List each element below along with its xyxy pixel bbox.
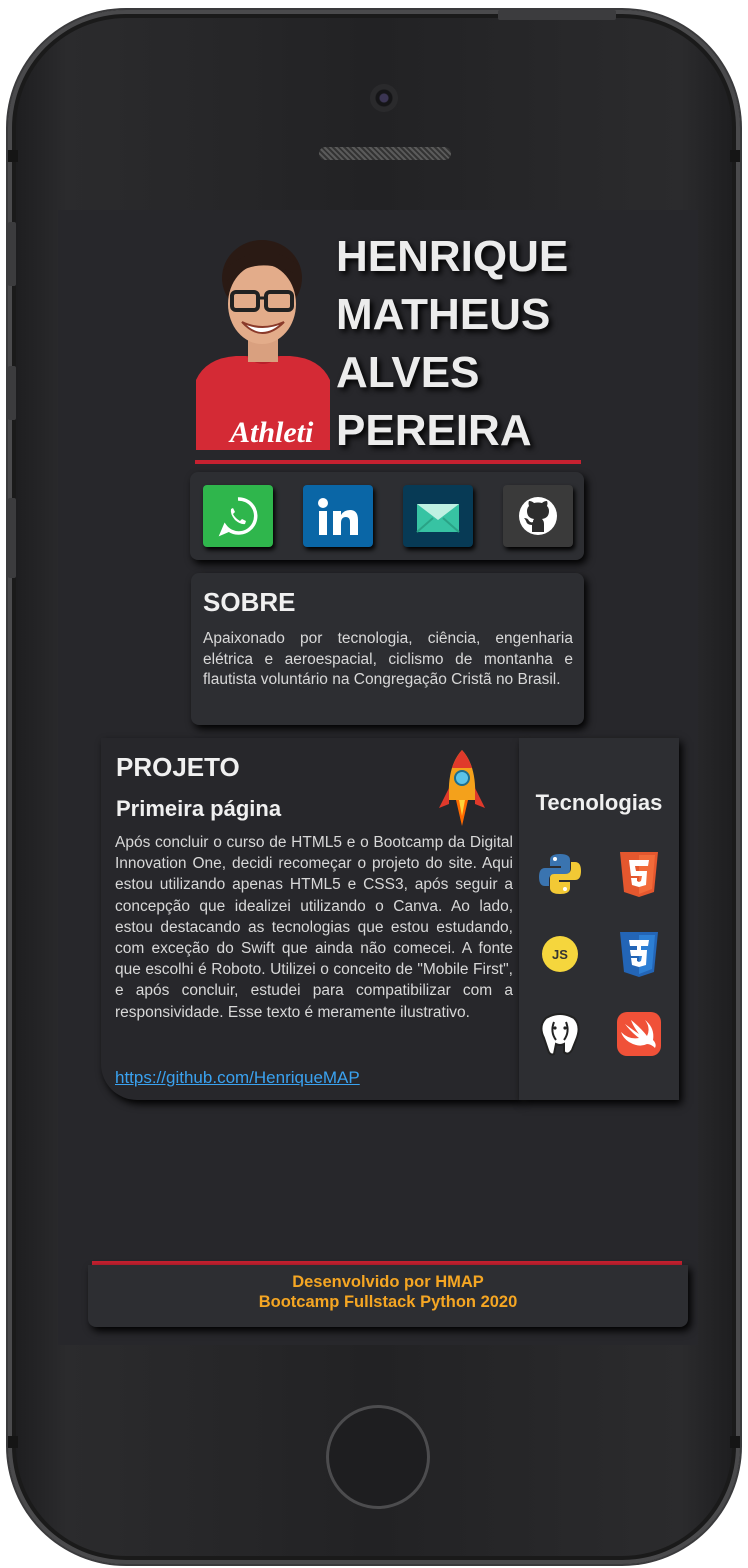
linkedin-icon	[318, 498, 358, 535]
home-button[interactable]	[326, 1405, 430, 1509]
css3-icon	[620, 932, 658, 977]
github-link[interactable]: https://github.com/HenriqueMAP	[115, 1068, 360, 1088]
project-title: PROJETO	[116, 752, 240, 782]
power-button	[498, 10, 616, 20]
github-icon	[519, 497, 557, 535]
svg-text:JS: JS	[552, 947, 568, 962]
project-card: PROJETO Primeira página Após concluir o …	[101, 738, 521, 1100]
project-subtitle: Primeira página	[116, 796, 282, 821]
footer: Desenvolvido por HMAP Bootcamp Fullstack…	[88, 1265, 688, 1327]
project-text: Após concluir o curso de HTML5 e o Bootc…	[115, 834, 513, 1021]
volume-down-button	[8, 498, 16, 578]
html5-icon	[620, 852, 658, 897]
antenna-band	[730, 150, 740, 162]
name-line: PEREIRA	[336, 406, 532, 455]
phone-screen: Athleti HENRIQUE MATHEUS ALVES PEREIRA S…	[58, 210, 698, 1345]
rocket-icon	[439, 750, 485, 826]
mute-switch	[8, 222, 16, 286]
shirt-text: Athleti	[228, 416, 314, 449]
python-icon	[539, 854, 581, 894]
name-line: MATHEUS	[336, 290, 551, 339]
profile-name: HENRIQUE MATHEUS ALVES PEREIRA	[336, 228, 696, 460]
footer-credit: Desenvolvido por HMAP	[292, 1273, 484, 1291]
linkedin-button[interactable]	[303, 485, 373, 547]
technologies-panel: Tecnologias JS	[519, 738, 679, 1100]
earpiece-speaker	[319, 147, 451, 160]
email-icon	[416, 504, 460, 533]
name-line: ALVES	[336, 348, 480, 397]
github-button[interactable]	[503, 485, 573, 547]
name-line: HENRIQUE	[336, 232, 569, 281]
header-divider	[195, 460, 581, 464]
front-camera	[370, 84, 398, 112]
about-text: Apaixonado por tecnologia, ciência, enge…	[203, 630, 573, 688]
antenna-band	[8, 150, 18, 162]
about-card: SOBRE Apaixonado por tecnologia, ciência…	[191, 573, 584, 725]
footer-bootcamp: Bootcamp Fullstack Python 2020	[258, 1293, 518, 1311]
javascript-icon: JS	[542, 936, 578, 972]
whatsapp-button[interactable]	[203, 485, 273, 547]
social-links	[190, 472, 584, 560]
technologies-title: Tecnologias	[535, 790, 663, 815]
postgresql-icon	[540, 1013, 580, 1056]
swift-icon	[617, 1012, 661, 1056]
profile-photo: Athleti	[196, 240, 330, 450]
volume-up-button	[8, 366, 16, 420]
email-button[interactable]	[403, 485, 473, 547]
about-title: SOBRE	[203, 587, 296, 617]
antenna-band	[730, 1436, 740, 1448]
antenna-band	[8, 1436, 18, 1448]
whatsapp-icon	[218, 497, 258, 537]
